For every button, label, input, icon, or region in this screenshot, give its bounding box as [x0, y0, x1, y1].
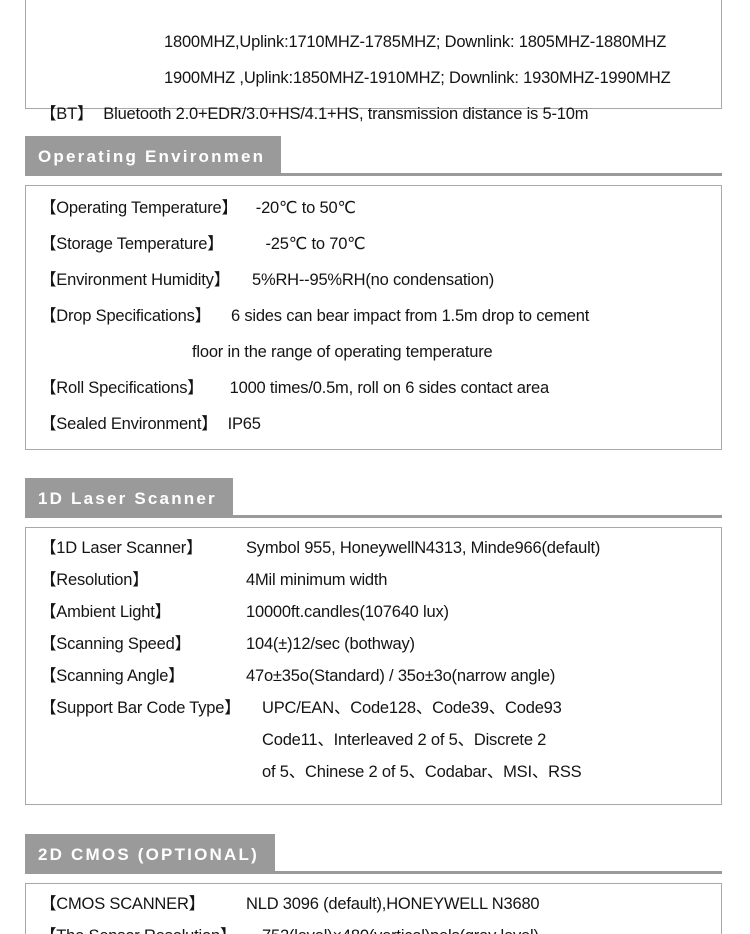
- spec-row: 【BT】 Bluetooth 2.0+EDR/3.0+HS/4.1+HS, tr…: [40, 106, 588, 123]
- table-row: floor in the range of operating temperat…: [192, 344, 493, 361]
- spec-label: 【The Sensor Resolution】: [40, 928, 262, 934]
- table-row: 【Roll Specifications】 1000 times/0.5m, r…: [40, 380, 549, 397]
- spec-label: 【Scanning Angle】: [40, 667, 185, 685]
- table-row: Code11、Interleaved 2 of 5、Discrete 2: [262, 732, 546, 749]
- spec-value: Code11、Interleaved 2 of 5、Discrete 2: [262, 731, 547, 749]
- spec-value: 6 sides can bear impact from 1.5m drop t…: [230, 307, 590, 325]
- spec-label: 【Drop Specifications】: [40, 307, 211, 325]
- section-title-text: 2D CMOS (OPTIONAL): [38, 844, 259, 864]
- spec-label: 【Operating Temperature】: [40, 199, 238, 217]
- section-title-bar: 1D Laser Scanner: [25, 478, 233, 518]
- table-row: 【Resolution】 4Mil minimum width: [40, 572, 387, 589]
- table-row: of 5、Chinese 2 of 5、Codabar、MSI、RSS: [262, 763, 582, 781]
- table-row: 【The Sensor Resolution】 752(level)×480(v…: [40, 928, 539, 934]
- laser-scanner-spec-box: 【1D Laser Scanner】 Symbol 955, Honeywell…: [25, 527, 722, 805]
- spec-value: 1000 times/0.5m, roll on 6 sides contact…: [229, 379, 550, 397]
- section-header-2d-cmos: 2D CMOS (OPTIONAL): [25, 834, 722, 874]
- spec-value: 1800MHZ,Uplink:1710MHZ-1785MHZ; Downlink…: [164, 33, 667, 51]
- table-row: 【Scanning Angle】 47o±35o(Standard) / 35o…: [40, 668, 555, 685]
- spec-value: Bluetooth 2.0+EDR/3.0+HS/4.1+HS, transmi…: [103, 105, 589, 123]
- table-row: 【Sealed Environment】 IP65: [40, 416, 261, 433]
- spec-value: IP65: [227, 415, 261, 433]
- table-row: 【Drop Specifications】 6 sides can bear i…: [40, 308, 589, 325]
- spec-label: 【Ambient Light】: [40, 603, 171, 621]
- spec-value: 752(level)×480(vertical)pels(gray level): [262, 928, 539, 934]
- spec-row: 1800MHZ,Uplink:1710MHZ-1785MHZ; Downlink…: [164, 34, 666, 51]
- spec-value: -20℃ to 50℃: [255, 199, 356, 217]
- spec-value: 47o±35o(Standard) / 35o±3o(narrow angle): [246, 667, 556, 685]
- section-header-operating-environment: Operating Environmen: [25, 136, 722, 176]
- spec-label: 【CMOS SCANNER】: [40, 895, 205, 913]
- spec-value: of 5、Chinese 2 of 5、Codabar、MSI、RSS: [262, 763, 582, 781]
- spec-value: 10000ft.candles(107640 lux): [246, 603, 449, 621]
- table-row: 【Environment Humidity】 5%RH--95%RH(no co…: [40, 272, 494, 289]
- cmos-spec-box: 【CMOS SCANNER】 NLD 3096 (default),HONEYW…: [25, 883, 722, 934]
- section-title-text: Operating Environmen: [38, 146, 266, 166]
- section-title-bar: 2D CMOS (OPTIONAL): [25, 834, 275, 874]
- spec-label: 【BT】: [40, 105, 94, 123]
- spec-row: 1900MHZ ,Uplink:1850MHZ-1910MHZ; Downlin…: [164, 70, 671, 87]
- spec-label: 【Storage Temperature】: [40, 235, 224, 253]
- spec-value: 1900MHZ ,Uplink:1850MHZ-1910MHZ; Downlin…: [164, 69, 671, 87]
- spec-sheet-page: 1800MHZ,Uplink:1710MHZ-1785MHZ; Downlink…: [0, 0, 750, 934]
- table-row: 【Operating Temperature】 -20℃ to 50℃: [40, 200, 356, 217]
- spec-value: 104(±)12/sec (bothway): [246, 635, 415, 653]
- table-row: 【CMOS SCANNER】 NLD 3096 (default),HONEYW…: [40, 895, 540, 913]
- table-row: 【Scanning Speed】 104(±)12/sec (bothway): [40, 636, 415, 653]
- spec-value: 4Mil minimum width: [246, 571, 388, 589]
- spec-value: UPC/EAN、Code128、Code39、Code93: [262, 699, 562, 717]
- spec-value: NLD 3096 (default),HONEYWELL N3680: [246, 895, 540, 913]
- table-row: 【Ambient Light】 10000ft.candles(107640 l…: [40, 604, 449, 621]
- spec-label: 【Support Bar Code Type】: [40, 699, 241, 717]
- spec-value: Symbol 955, HoneywellN4313, Minde966(def…: [246, 539, 601, 557]
- spec-value: -25℃ to 70℃: [265, 235, 366, 253]
- spec-label: 【Sealed Environment】: [40, 415, 218, 433]
- section-title-text: 1D Laser Scanner: [38, 488, 217, 508]
- spec-label: 【Scanning Speed】: [40, 635, 191, 653]
- spec-value: 5%RH--95%RH(no condensation): [252, 271, 495, 289]
- spec-label: 【Environment Humidity】: [40, 271, 230, 289]
- table-row: 【Storage Temperature】 -25℃ to 70℃: [40, 236, 366, 253]
- table-row: 【1D Laser Scanner】 Symbol 955, Honeywell…: [40, 540, 600, 557]
- wireless-spec-box: 1800MHZ,Uplink:1710MHZ-1785MHZ; Downlink…: [25, 0, 722, 122]
- section-title-bar: Operating Environmen: [25, 136, 282, 176]
- spec-value: floor in the range of operating temperat…: [192, 343, 493, 361]
- spec-label: 【Roll Specifications】: [40, 379, 204, 397]
- spec-label: 【1D Laser Scanner】: [40, 539, 203, 557]
- operating-environment-spec-box: 【Operating Temperature】 -20℃ to 50℃ 【Sto…: [25, 185, 722, 450]
- spec-label: 【Resolution】: [40, 571, 149, 589]
- table-row: 【Support Bar Code Type】 UPC/EAN、Code128、…: [40, 700, 562, 717]
- section-header-1d-laser-scanner: 1D Laser Scanner: [25, 478, 722, 518]
